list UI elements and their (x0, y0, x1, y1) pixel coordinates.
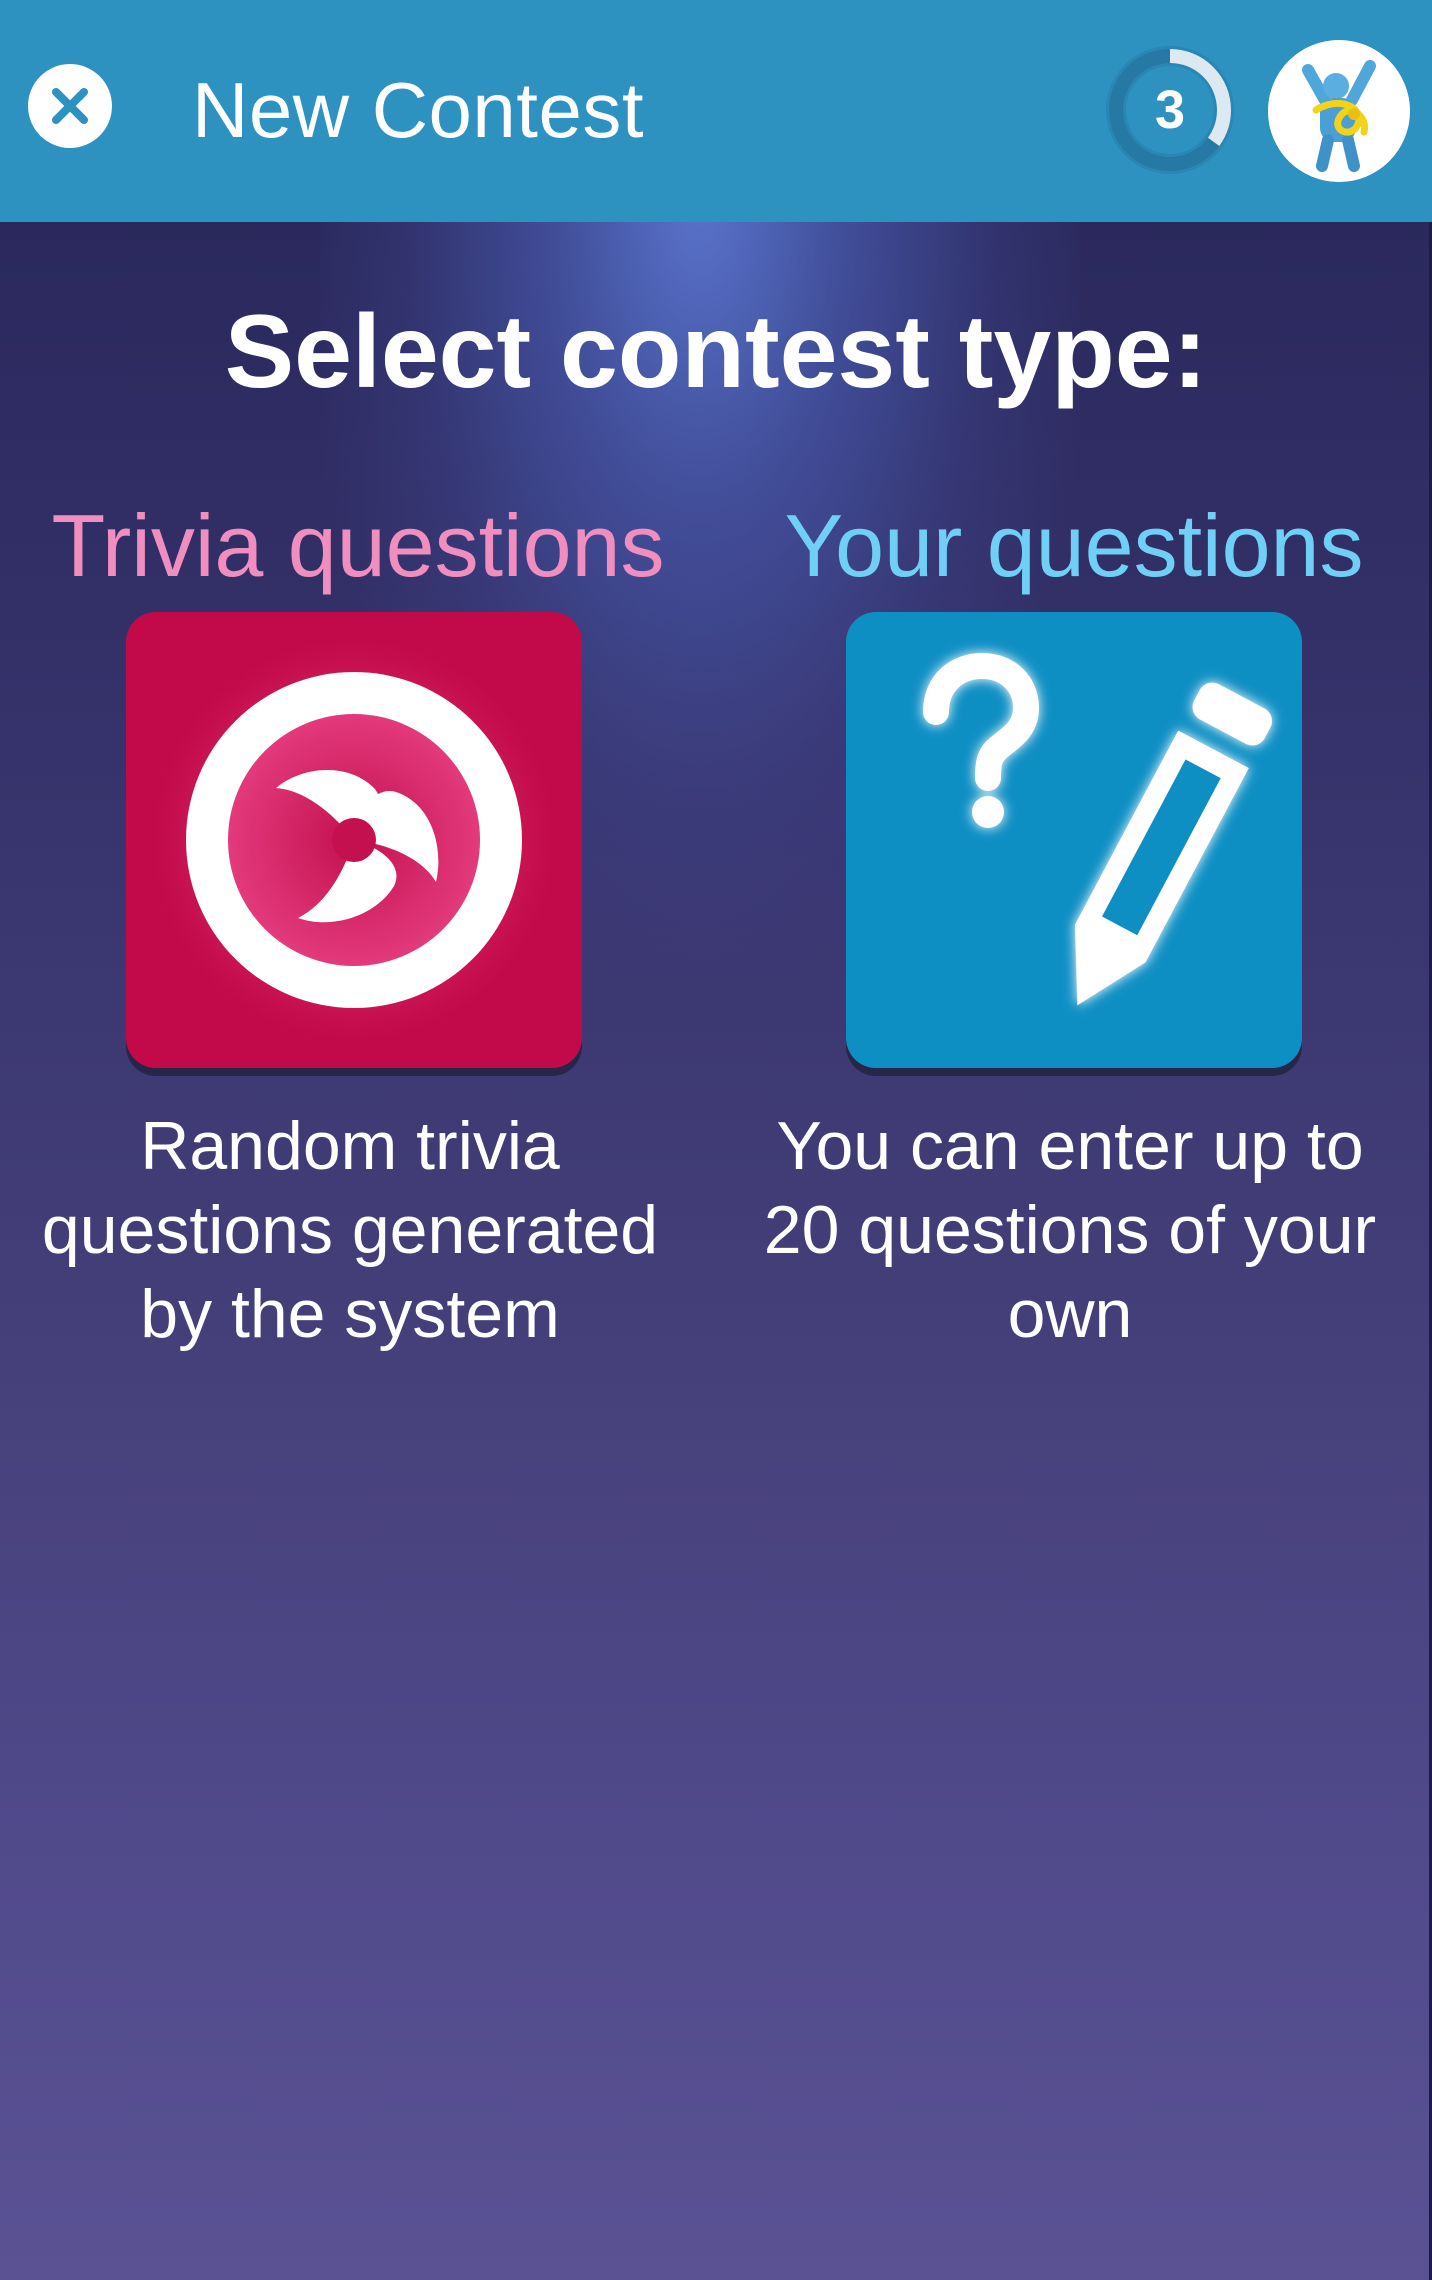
close-button[interactable] (28, 64, 112, 148)
your-questions-option-title[interactable]: Your questions (716, 492, 1432, 600)
trivia-questions-button[interactable] (126, 612, 582, 1068)
swirl-icon (144, 630, 564, 1050)
page-heading: Select contest type: (224, 294, 1208, 410)
trivia-option-description: Random trivia questions generated by the… (41, 1108, 659, 1352)
avatar[interactable] (1268, 40, 1410, 182)
app-bar: New Contest 3 (0, 0, 1432, 222)
your-questions-option-description: You can enter up to 20 questions of your… (763, 1108, 1377, 1352)
app-title: New Contest (192, 66, 645, 154)
trivia-option-title[interactable]: Trivia questions (0, 492, 716, 600)
contest-type-screen: New Contest 3 Select contest type: Trivi… (0, 0, 1432, 2280)
level-badge[interactable]: 3 (1098, 38, 1242, 182)
level-number: 3 (1154, 80, 1186, 140)
your-questions-button[interactable] (846, 612, 1302, 1068)
close-icon (52, 88, 88, 124)
mascot-avatar-icon (1268, 40, 1410, 182)
question-pencil-icon (923, 652, 1273, 1006)
